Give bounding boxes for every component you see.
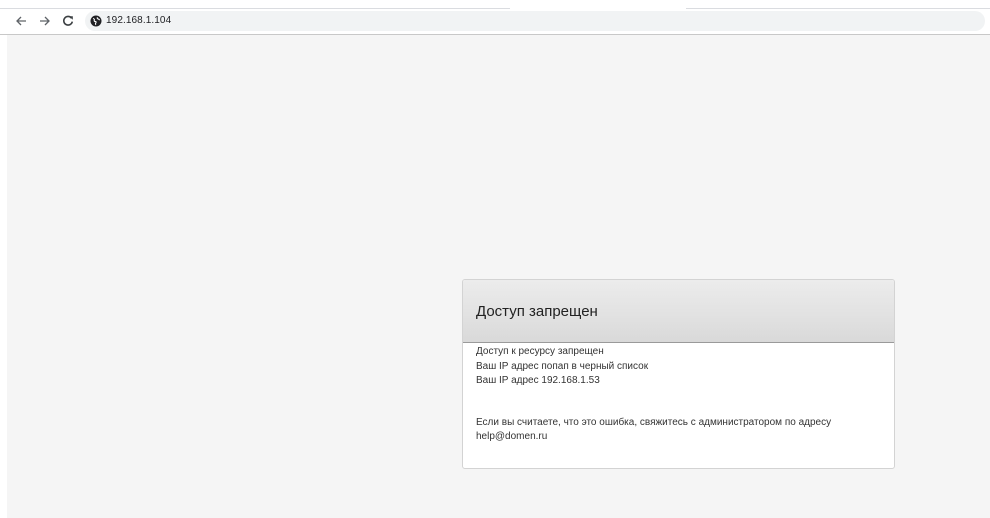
denied-message: Доступ к ресурсу запрещен: [476, 346, 604, 357]
globe-icon[interactable]: [90, 15, 102, 27]
page-viewport: Доступ запрещен Доступ к ресурсу запреще…: [7, 35, 990, 518]
address-bar[interactable]: 192.168.1.104: [85, 11, 985, 31]
tab-strip: [0, 0, 990, 9]
browser-toolbar: 192.168.1.104: [0, 9, 990, 34]
url-text[interactable]: 192.168.1.104: [106, 15, 171, 27]
reload-icon[interactable]: [59, 12, 77, 30]
contact-email: help@domen.ru: [476, 431, 548, 442]
client-ip-message: Ваш IP адрес 192.168.1.53: [476, 375, 600, 386]
contact-message: Если вы считаете, что это ошибка, свяжит…: [476, 416, 832, 428]
panel-title: Доступ запрещен: [476, 303, 598, 320]
arrow-left-icon[interactable]: [12, 12, 30, 30]
panel-header: Доступ запрещен: [463, 280, 894, 343]
panel-body: Доступ к ресурсу запрещен Ваш IP адрес п…: [476, 345, 884, 445]
arrow-right-icon[interactable]: [36, 12, 54, 30]
blacklist-message: Ваш IP адрес попап в черный список: [476, 360, 649, 372]
access-denied-panel: Доступ запрещен Доступ к ресурсу запреще…: [462, 279, 895, 469]
